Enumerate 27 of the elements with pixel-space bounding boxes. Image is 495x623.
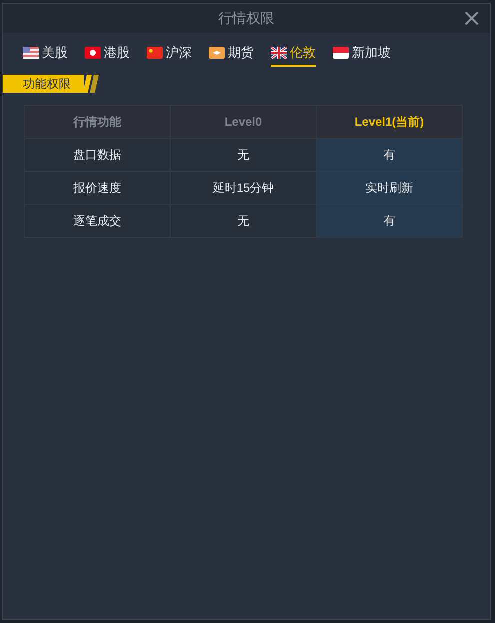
market-tab[interactable]: 期货 bbox=[209, 39, 254, 67]
market-tab[interactable]: 港股 bbox=[85, 39, 130, 67]
close-button[interactable]: × bbox=[462, 6, 482, 30]
market-tab[interactable]: 美股 bbox=[23, 39, 68, 67]
table-cell: 延时15分钟 bbox=[170, 172, 316, 204]
table-cell: 逐笔成交 bbox=[24, 204, 170, 238]
flag-icon bbox=[271, 47, 287, 59]
window-title: 行情权限 bbox=[218, 9, 274, 28]
flag-icon bbox=[147, 47, 163, 59]
flag-icon bbox=[333, 47, 349, 59]
market-tab[interactable]: 伦敦 bbox=[271, 39, 316, 67]
table-cell: 有 bbox=[316, 138, 462, 172]
table-cell: 无 bbox=[170, 138, 316, 172]
stripes-icon bbox=[84, 75, 100, 93]
flag-icon bbox=[23, 47, 39, 59]
column-header: Level0 bbox=[170, 106, 316, 138]
table-cell: 无 bbox=[170, 204, 316, 238]
market-tab[interactable]: 沪深 bbox=[147, 39, 192, 67]
badge-icon bbox=[209, 47, 225, 59]
market-tab[interactable]: 新加坡 bbox=[333, 39, 391, 67]
column-header: 行情功能 bbox=[24, 106, 170, 138]
table-cell: 实时刷新 bbox=[316, 172, 462, 204]
table-cell: 盘口数据 bbox=[24, 138, 170, 172]
column-header: Level1(当前) bbox=[316, 106, 462, 138]
table-cell: 报价速度 bbox=[24, 172, 170, 204]
flag-icon bbox=[85, 47, 101, 59]
table-cell: 有 bbox=[316, 204, 462, 238]
